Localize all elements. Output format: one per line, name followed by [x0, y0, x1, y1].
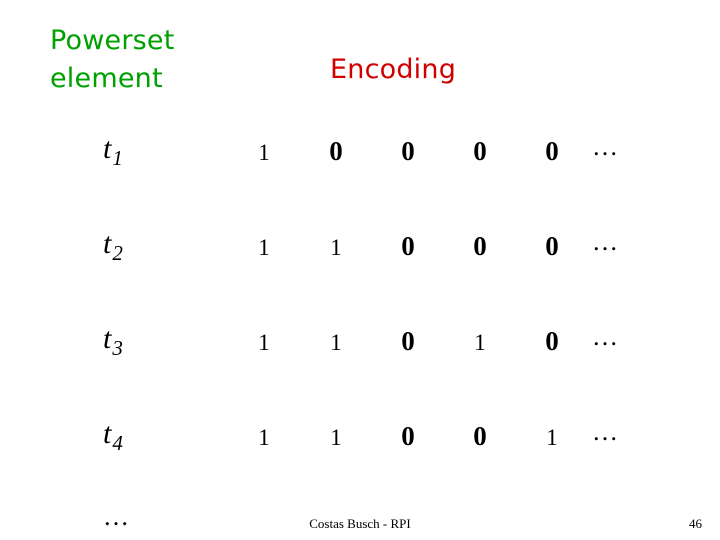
row-label: t3 [103, 322, 123, 361]
table-cell: 0 [473, 136, 487, 166]
page-title-encoding: Encoding [330, 54, 457, 85]
row-label: t1 [103, 132, 123, 171]
table-cell: 0 [473, 231, 487, 261]
row-label: t4 [103, 417, 123, 456]
table-row: t4 1 1 0 0 1 … [0, 395, 720, 490]
row-label-base: t [103, 322, 112, 355]
page-title-powerset-element: Powerset element [50, 25, 175, 95]
row-ellipsis: … [592, 322, 619, 351]
table-cell: 0 [473, 421, 487, 451]
table-row: t2 1 1 0 0 0 … [0, 205, 720, 300]
table-row: t3 1 1 0 1 0 … [0, 300, 720, 395]
row-label-base: t [103, 132, 112, 165]
row-label: t2 [103, 227, 123, 266]
table-cell: 1 [258, 330, 270, 355]
table-cell: 1 [330, 330, 342, 355]
table-cell: 1 [474, 330, 486, 355]
row-label-subscript: 1 [112, 146, 123, 171]
row-label-base: t [103, 227, 112, 260]
row-ellipsis: … [592, 417, 619, 446]
table-cell: 0 [329, 136, 343, 166]
table-cell: 1 [330, 425, 342, 450]
row-label-subscript: 2 [112, 241, 123, 266]
table-cell: 0 [545, 326, 559, 356]
footer-credit: Costas Busch - RPI [309, 516, 411, 531]
table-cell: 0 [401, 326, 415, 356]
table-cell: 1 [258, 425, 270, 450]
table-cell: 1 [546, 425, 558, 450]
row-label-base: t [103, 417, 112, 450]
row-ellipsis: … [592, 227, 619, 256]
row-label-subscript: 4 [112, 431, 123, 456]
table-cell: 1 [330, 235, 342, 260]
row-label-subscript: 3 [112, 336, 123, 361]
table-cell: 0 [545, 136, 559, 166]
table-row: t1 1 0 0 0 0 … [0, 110, 720, 205]
table-cell: 0 [401, 136, 415, 166]
encoding-table: t1 1 0 0 0 0 … t2 1 1 0 0 0 … t3 1 1 0 1… [0, 110, 720, 531]
table-cell: 0 [545, 231, 559, 261]
footer-page-number: 46 [689, 516, 702, 531]
table-cell: 0 [401, 421, 415, 451]
table-cell: 0 [401, 231, 415, 261]
slide: Powerset element Encoding t1 1 0 0 0 0 …… [0, 0, 720, 540]
table-cell: 1 [258, 140, 270, 165]
table-cell: 1 [258, 235, 270, 260]
row-ellipsis: … [592, 132, 619, 161]
